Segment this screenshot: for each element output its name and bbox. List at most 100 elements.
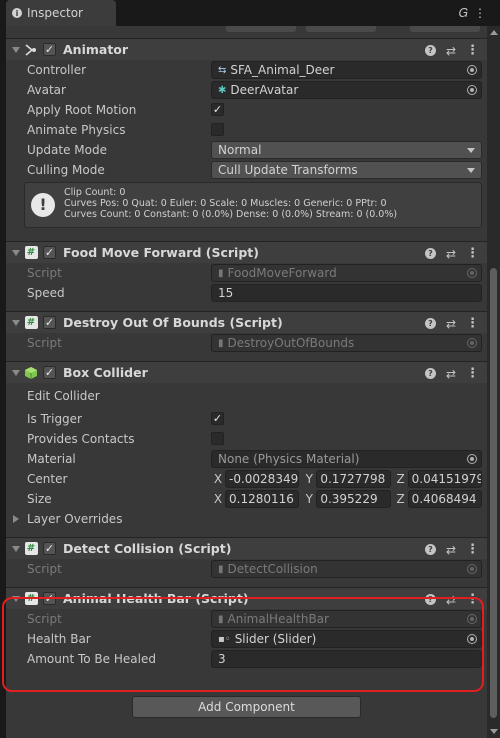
scroll-up-arrow-icon[interactable] (490, 30, 498, 35)
object-picker-icon[interactable] (467, 634, 477, 644)
presets-icon[interactable]: ⇄ (446, 247, 456, 261)
material-field[interactable]: None (Physics Material) (211, 450, 482, 468)
help-icon[interactable]: ? (424, 368, 436, 379)
script-field: ▮ AnimalHealthBar (211, 610, 482, 628)
size-vector: X 0.1280116 Y 0.395229 Z 0.4068494 (211, 490, 482, 508)
scroll-thumb[interactable] (490, 268, 497, 718)
context-menu-icon[interactable]: ⋮ (466, 366, 479, 381)
foldout-arrow-icon[interactable] (12, 545, 20, 552)
help-box: ! Clip Count: 0 Curves Pos: 0 Quat: 0 Eu… (24, 182, 482, 228)
center-x-input[interactable]: -0.0028349 (225, 470, 300, 488)
warning-icon: ! (31, 193, 55, 217)
size-x-input[interactable]: 0.1280116 (225, 490, 300, 508)
health-bar-field[interactable]: ▪◦ Slider (Slider) (211, 630, 482, 648)
add-component-button[interactable]: Add Component (132, 696, 361, 718)
dropdown-caret-icon (467, 168, 475, 173)
vertical-scrollbar[interactable] (487, 26, 500, 738)
object-picker-icon[interactable] (467, 65, 477, 75)
animate-physics-checkbox[interactable] (211, 123, 224, 136)
enabled-checkbox[interactable]: ✓ (43, 43, 56, 56)
property-row: Speed 15 (6, 283, 487, 303)
help-icon[interactable]: ? (424, 594, 436, 605)
animal-health-bar-header[interactable]: # ✓ Animal Health Bar (Script) ? ⇄ ⋮ (6, 587, 487, 609)
component-title: Destroy Out Of Bounds (Script) (63, 315, 283, 330)
presets-icon[interactable]: ⇄ (446, 44, 456, 58)
script-icon: # (24, 316, 38, 330)
size-z-input[interactable]: 0.4068494 (407, 490, 482, 508)
speed-input[interactable]: 15 (211, 284, 482, 302)
context-menu-icon[interactable]: ⋮ (466, 316, 479, 331)
help-icon[interactable]: ? (424, 318, 436, 329)
dropdown-value: Normal (218, 143, 262, 157)
apply-root-motion-checkbox[interactable]: ✓ (211, 103, 224, 116)
property-row: Material None (Physics Material) (6, 449, 487, 469)
detect-collision-header[interactable]: # ✓ Detect Collision (Script) ? ⇄ ⋮ (6, 537, 487, 559)
help-line: Curves Pos: 0 Quat: 0 Euler: 0 Scale: 0 … (64, 198, 387, 209)
tab-options[interactable]: 𝐺⋮ (459, 6, 492, 21)
presets-icon[interactable]: ⇄ (446, 593, 456, 607)
layer-overrides-foldout[interactable]: Layer Overrides (6, 509, 487, 529)
property-label: Update Mode (27, 143, 107, 157)
context-menu-icon[interactable]: ⋮ (466, 542, 479, 557)
component-title: Detect Collision (Script) (63, 541, 232, 556)
foldout-arrow-icon[interactable] (12, 319, 20, 326)
context-menu-icon[interactable]: ⋮ (466, 246, 479, 261)
dropdown-caret-icon (467, 148, 475, 153)
controller-field[interactable]: ⇆ SFA_Animal_Deer (211, 61, 482, 79)
is-trigger-checkbox[interactable]: ✓ (211, 412, 224, 425)
foldout-arrow-icon[interactable] (12, 369, 20, 376)
script-field: ▮ FoodMoveForward (211, 264, 482, 282)
size-y-input[interactable]: 0.395229 (316, 490, 391, 508)
provides-contacts-checkbox[interactable] (211, 432, 224, 445)
culling-mode-dropdown[interactable]: Cull Update Transforms (211, 161, 482, 179)
context-menu-icon[interactable]: ⋮ (466, 592, 479, 607)
kebab-menu-icon[interactable]: ⋮ (474, 6, 492, 20)
animator-icon (24, 43, 38, 57)
field-value: DetectCollision (227, 562, 318, 576)
presets-icon[interactable]: ⇄ (446, 317, 456, 331)
enabled-checkbox[interactable]: ✓ (43, 592, 56, 605)
property-row: Script ▮ DetectCollision (6, 559, 487, 579)
animator-header[interactable]: ✓ Animator ? ⇄ ⋮ (6, 38, 487, 60)
axis-label-z: Z (396, 472, 405, 486)
field-value: Slider (Slider) (234, 632, 317, 646)
help-icon[interactable]: ? (424, 248, 436, 259)
property-row: Avatar ✱ DeerAvatar (6, 80, 487, 100)
foldout-arrow-icon[interactable] (12, 46, 20, 53)
scroll-down-arrow-icon[interactable] (490, 729, 498, 734)
lock-icon[interactable]: 𝐺 (459, 6, 474, 20)
box-collider-icon (24, 366, 38, 380)
box-collider-header[interactable]: ✓ Box Collider ? ⇄ ⋮ (6, 361, 487, 383)
center-z-input[interactable]: 0.04151979 (407, 470, 482, 488)
property-row: Amount To Be Healed 3 (6, 649, 487, 669)
avatar-icon: ✱ (218, 84, 227, 96)
avatar-field[interactable]: ✱ DeerAvatar (211, 81, 482, 99)
property-row: Health Bar ▪◦ Slider (Slider) (6, 629, 487, 649)
presets-icon[interactable]: ⇄ (446, 543, 456, 557)
foldout-arrow-icon[interactable] (12, 249, 20, 256)
food-move-forward-header[interactable]: # ✓ Food Move Forward (Script) ? ⇄ ⋮ (6, 241, 487, 263)
context-menu-icon[interactable]: ⋮ (466, 43, 479, 58)
field-value: AnimalHealthBar (227, 612, 329, 626)
enabled-checkbox[interactable]: ✓ (43, 316, 56, 329)
component-title: Animator (63, 42, 129, 57)
object-picker-icon[interactable] (467, 454, 477, 464)
center-y-input[interactable]: 0.1727798 (316, 470, 391, 488)
update-mode-dropdown[interactable]: Normal (211, 141, 482, 159)
foldout-arrow-icon[interactable] (13, 515, 19, 523)
help-icon[interactable]: ? (424, 544, 436, 555)
property-label: Animate Physics (27, 123, 126, 137)
enabled-checkbox[interactable]: ✓ (43, 246, 56, 259)
presets-icon[interactable]: ⇄ (446, 367, 456, 381)
foldout-arrow-icon[interactable] (12, 595, 20, 602)
info-icon: i (12, 8, 22, 18)
object-picker-icon[interactable] (467, 85, 477, 95)
slider-icon: ▪◦ (218, 633, 231, 645)
enabled-checkbox[interactable]: ✓ (43, 542, 56, 555)
amount-to-be-healed-input[interactable]: 3 (211, 650, 482, 668)
center-vector: X -0.0028349 Y 0.1727798 Z 0.04151979 (211, 470, 482, 488)
tab-inspector[interactable]: i Inspector (6, 0, 116, 26)
enabled-checkbox[interactable]: ✓ (43, 366, 56, 379)
destroy-out-of-bounds-header[interactable]: # ✓ Destroy Out Of Bounds (Script) ? ⇄ ⋮ (6, 311, 487, 333)
help-icon[interactable]: ? (424, 45, 436, 56)
